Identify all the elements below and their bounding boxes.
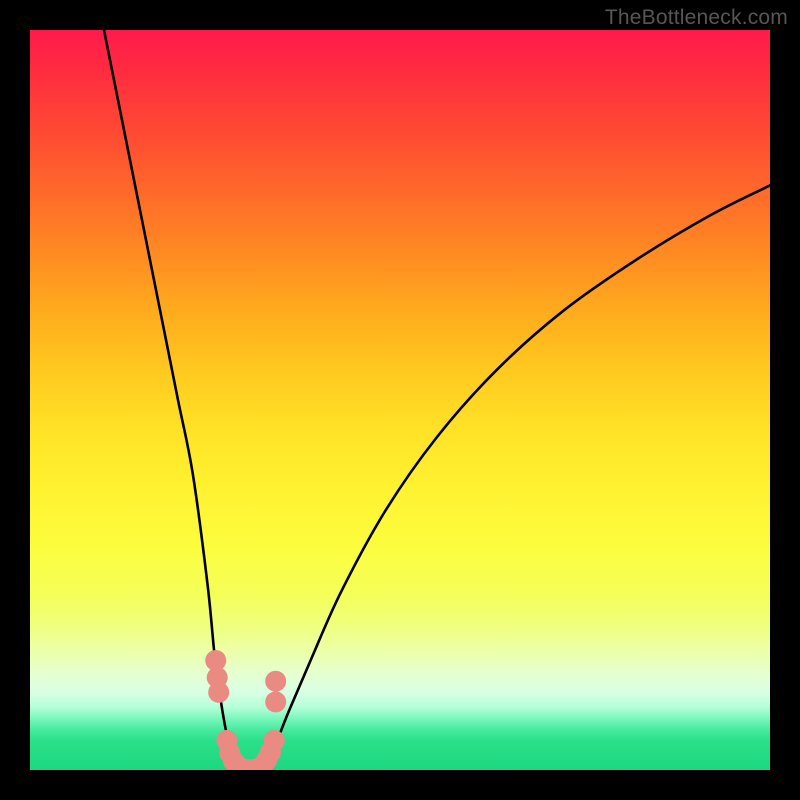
highlight-dots-group <box>205 650 286 770</box>
watermark-text: TheBottleneck.com <box>605 6 788 30</box>
highlight-dot <box>265 691 286 712</box>
plot-area <box>30 30 770 770</box>
bottleneck-curve-path <box>104 30 770 770</box>
curve-svg <box>30 30 770 770</box>
chart-frame: TheBottleneck.com <box>0 0 800 800</box>
highlight-dot <box>264 730 285 751</box>
highlight-dot <box>265 671 286 692</box>
highlight-dot <box>208 682 229 703</box>
